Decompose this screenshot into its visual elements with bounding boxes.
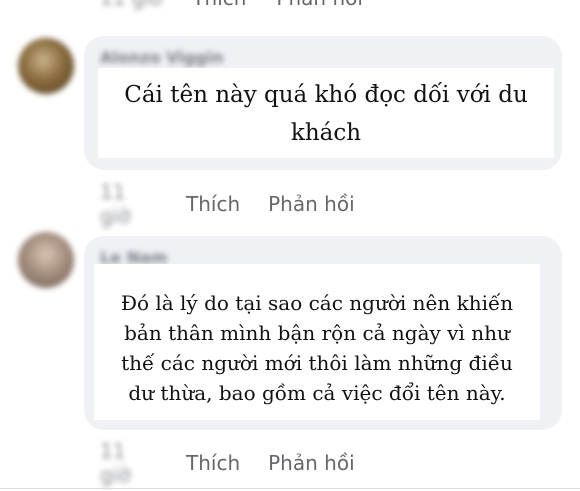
avatar[interactable] xyxy=(18,232,74,288)
reply-button[interactable]: Phản hồi xyxy=(268,192,355,216)
timestamp: 11 giờ xyxy=(100,0,162,10)
comment-text: Cái tên này quá khó đọc dối với du khách xyxy=(98,68,554,158)
previous-comment-actions: 11 giờ Thích Phản hồi xyxy=(100,0,363,10)
timestamp[interactable]: 11 giờ xyxy=(100,439,158,487)
divider xyxy=(0,488,580,489)
comment-bubble: Alonzo Viggin Cái tên này quá khó đọc dố… xyxy=(84,36,562,170)
comment-actions: 11 giờ Thích Phản hồi xyxy=(100,180,355,228)
reply-button[interactable]: Phản hồi xyxy=(268,451,355,475)
comment-text: Đó là lý do tại sao các người nên khiến … xyxy=(94,264,540,420)
timestamp[interactable]: 11 giờ xyxy=(100,180,158,228)
like-button[interactable]: Thích xyxy=(186,451,240,475)
comment-author[interactable]: Alonzo Viggin xyxy=(100,48,224,67)
avatar[interactable] xyxy=(18,38,74,94)
like-button[interactable]: Thích xyxy=(186,192,240,216)
comment-bubble: Le Nam Đó là lý do tại sao các người nên… xyxy=(84,236,562,430)
reply-button[interactable]: Phản hồi xyxy=(276,0,363,10)
like-button[interactable]: Thích xyxy=(192,0,246,10)
comment-actions: 11 giờ Thích Phản hồi xyxy=(100,439,355,487)
